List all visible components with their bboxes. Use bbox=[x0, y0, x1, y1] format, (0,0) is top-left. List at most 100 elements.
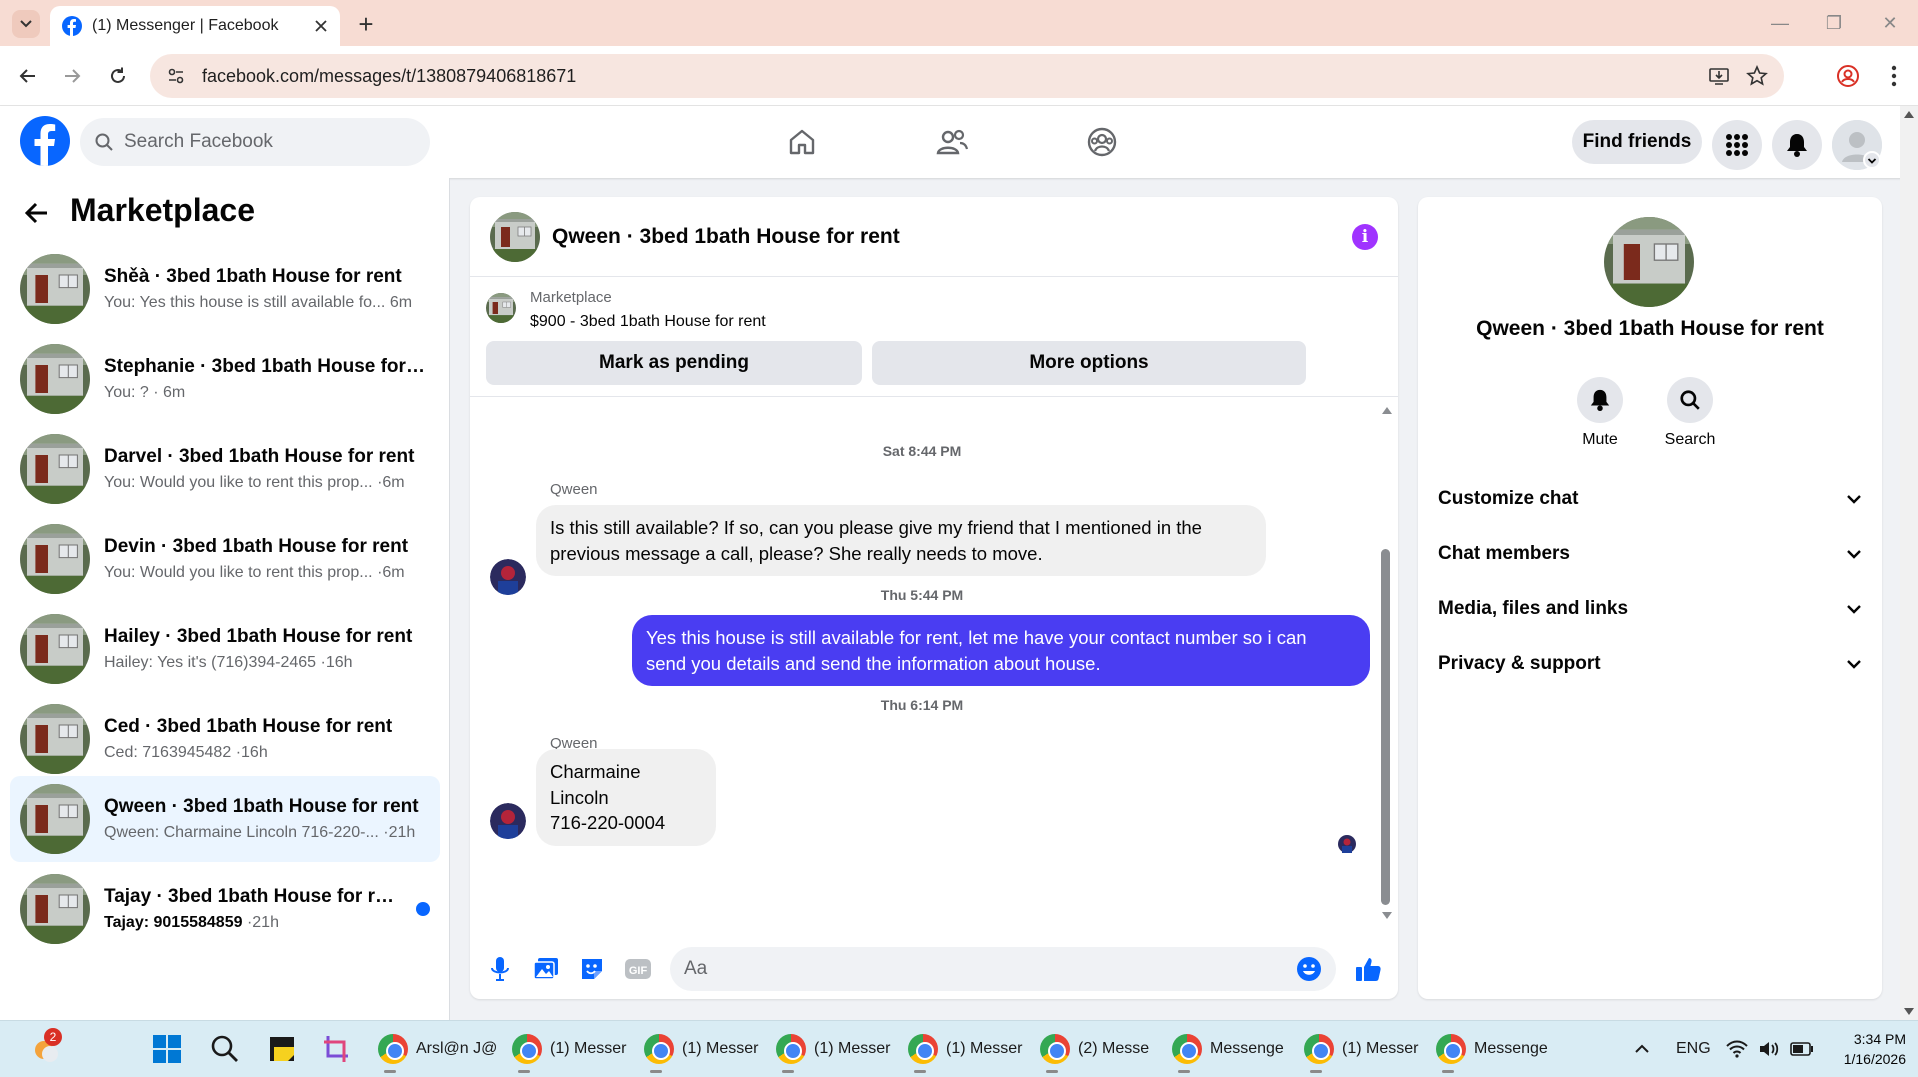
notification-badge: 2 bbox=[44, 1028, 62, 1046]
back-button[interactable] bbox=[24, 200, 50, 226]
mute-button[interactable]: Mute bbox=[1560, 377, 1640, 449]
photo-icon[interactable] bbox=[532, 955, 560, 983]
info-icon[interactable]: i bbox=[1352, 223, 1378, 250]
taskbar-window-label: (1) Messer bbox=[1342, 1040, 1419, 1057]
conversation-item[interactable]: Shěà · 3bed 1bath House for rent You: Ye… bbox=[10, 246, 440, 332]
facebook-logo[interactable] bbox=[20, 116, 70, 166]
more-options-button[interactable]: More options bbox=[872, 341, 1306, 385]
search-button[interactable] bbox=[204, 1027, 246, 1071]
start-button[interactable] bbox=[146, 1027, 188, 1071]
forward-button[interactable] bbox=[56, 60, 88, 92]
message-input[interactable]: Aa bbox=[670, 947, 1336, 991]
conversation-item[interactable]: Ced · 3bed 1bath House for rent Ced: 716… bbox=[10, 696, 440, 782]
taskbar-chrome-window[interactable]: (1) Messer bbox=[770, 1027, 896, 1073]
browser-menu-button[interactable] bbox=[1878, 60, 1910, 92]
taskbar-chrome-window[interactable]: Messenge bbox=[1166, 1027, 1290, 1073]
clock[interactable]: 3:34 PM 1/16/2026 bbox=[1816, 1029, 1906, 1069]
thumbs-up-icon[interactable] bbox=[1354, 955, 1382, 983]
chrome-icon bbox=[1040, 1034, 1070, 1064]
conversation-item[interactable]: Darvel · 3bed 1bath House for rent You: … bbox=[10, 426, 440, 512]
customize-chat-section[interactable]: Customize chat bbox=[1438, 479, 1862, 519]
taskbar-chrome-window[interactable]: (1) Messer bbox=[1298, 1027, 1424, 1073]
scroll-down-icon[interactable] bbox=[1381, 911, 1393, 921]
profile-icon bbox=[1837, 65, 1859, 87]
back-button[interactable] bbox=[12, 60, 44, 92]
close-window-button[interactable]: ✕ bbox=[1870, 8, 1910, 38]
listing-title[interactable]: $900 - 3bed 1bath House for rent bbox=[530, 313, 766, 331]
facebook-search-input[interactable]: Search Facebook bbox=[80, 118, 430, 166]
minimize-button[interactable]: — bbox=[1760, 8, 1800, 38]
tab-search-dropdown[interactable] bbox=[12, 10, 40, 38]
chrome-icon bbox=[378, 1034, 408, 1064]
section-label: Chat members bbox=[1438, 543, 1570, 564]
reload-button[interactable] bbox=[102, 60, 134, 92]
emoji-icon[interactable] bbox=[1296, 956, 1322, 982]
snipping-tool-app[interactable] bbox=[316, 1027, 358, 1071]
conversation-item[interactable]: Stephanie · 3bed 1bath House for r... Yo… bbox=[10, 336, 440, 422]
site-settings-icon[interactable] bbox=[166, 66, 186, 86]
privacy-support-section[interactable]: Privacy & support bbox=[1438, 644, 1862, 684]
install-app-icon[interactable] bbox=[1708, 65, 1730, 87]
message-bubble-incoming[interactable]: Is this still available? If so, can you … bbox=[536, 505, 1266, 577]
restore-button[interactable]: ❐ bbox=[1814, 8, 1854, 38]
message-bubble-incoming[interactable]: Charmaine Lincoln 716-220-0004 bbox=[536, 749, 716, 846]
conversation-time: ·21h bbox=[246, 914, 279, 931]
scroll-up-icon[interactable] bbox=[1381, 405, 1393, 415]
gif-icon[interactable]: GIF bbox=[624, 955, 652, 983]
taskbar-chrome-window[interactable]: (1) Messer bbox=[638, 1027, 764, 1073]
profile-button[interactable] bbox=[1832, 60, 1864, 92]
account-avatar[interactable] bbox=[1832, 120, 1882, 170]
taskbar-chrome-window[interactable]: Arsl@n J@ bbox=[372, 1027, 503, 1073]
taskbar-chrome-window[interactable]: (1) Messer bbox=[902, 1027, 1028, 1073]
chat-scrollbar[interactable] bbox=[1381, 549, 1390, 905]
sender-avatar[interactable] bbox=[490, 803, 526, 839]
microphone-icon[interactable] bbox=[486, 955, 514, 983]
section-label: Media, files and links bbox=[1438, 598, 1629, 619]
show-hidden-icons-button[interactable] bbox=[1634, 1027, 1650, 1071]
message-list: Sat 8:44 PM Qween Is this still availabl… bbox=[470, 399, 1398, 939]
chevron-up-icon bbox=[1635, 1044, 1649, 1053]
address-bar[interactable]: facebook.com/messages/t/1380879406818671 bbox=[150, 54, 1784, 98]
chat-avatar[interactable] bbox=[490, 211, 540, 262]
section-label: Privacy & support bbox=[1438, 653, 1601, 674]
browser-tab-messenger[interactable]: (1) Messenger | Facebook bbox=[50, 6, 340, 46]
find-friends-button[interactable]: Find friends bbox=[1572, 120, 1702, 164]
search-placeholder: Search Facebook bbox=[124, 131, 273, 152]
mark-as-pending-button[interactable]: Mark as pending bbox=[486, 341, 862, 385]
close-icon[interactable] bbox=[314, 19, 328, 33]
conversation-item[interactable]: Tajay · 3bed 1bath House for rent Tajay:… bbox=[10, 866, 440, 952]
language-indicator[interactable]: ENG bbox=[1676, 1027, 1711, 1071]
message-input-placeholder: Aa bbox=[684, 958, 708, 979]
page-scrollbar[interactable] bbox=[1900, 106, 1918, 1020]
taskbar-chrome-window[interactable]: (1) Messer bbox=[506, 1027, 632, 1073]
taskbar-chrome-window[interactable]: (2) Messe bbox=[1034, 1027, 1155, 1073]
bookmark-star-icon[interactable] bbox=[1746, 65, 1768, 87]
system-tray[interactable] bbox=[1726, 1027, 1814, 1071]
nav-friends[interactable] bbox=[930, 120, 974, 164]
bell-icon bbox=[1590, 389, 1610, 411]
sticker-icon[interactable] bbox=[578, 955, 606, 983]
media-files-links-section[interactable]: Media, files and links bbox=[1438, 589, 1862, 629]
sticky-notes-app[interactable] bbox=[262, 1027, 302, 1071]
nav-home[interactable] bbox=[780, 120, 824, 164]
conversation-item[interactable]: Hailey · 3bed 1bath House for rent Haile… bbox=[10, 606, 440, 692]
nav-groups[interactable] bbox=[1080, 120, 1124, 164]
chat-members-section[interactable]: Chat members bbox=[1438, 534, 1862, 574]
conversation-item-active[interactable]: Qween · 3bed 1bath House for rent Qween:… bbox=[10, 776, 440, 862]
new-tab-button[interactable]: + bbox=[352, 9, 380, 39]
menu-button[interactable] bbox=[1712, 120, 1762, 170]
taskbar-chrome-window[interactable]: Messenge bbox=[1430, 1027, 1554, 1073]
info-avatar[interactable] bbox=[1604, 217, 1694, 307]
message-bubble-outgoing[interactable]: Yes this house is still available for re… bbox=[632, 615, 1370, 687]
search-in-conversation-button[interactable]: Search bbox=[1650, 377, 1730, 449]
chat-title[interactable]: Qween · 3bed 1bath House for rent bbox=[552, 225, 1340, 249]
timestamp: Sat 8:44 PM bbox=[882, 443, 962, 459]
browser-tab-bar: (1) Messenger | Facebook + — ❐ ✕ bbox=[0, 0, 1918, 46]
widgets-button[interactable]: 2 bbox=[24, 1027, 70, 1071]
search-icon bbox=[1680, 390, 1700, 410]
notifications-button[interactable] bbox=[1772, 120, 1822, 170]
conversation-preview: You: Yes this house is still available f… bbox=[104, 294, 386, 311]
taskbar-window-label: Messenge bbox=[1210, 1040, 1284, 1057]
chevron-down-icon bbox=[1847, 605, 1861, 614]
conversation-item[interactable]: Devin · 3bed 1bath House for rent You: W… bbox=[10, 516, 440, 602]
